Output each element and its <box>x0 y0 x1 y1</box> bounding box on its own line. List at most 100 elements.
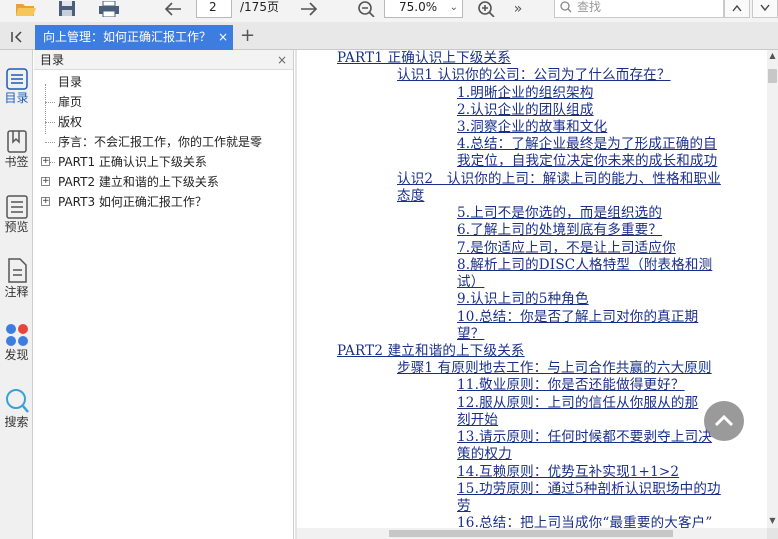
rail-item-discover[interactable]: 发现 <box>0 323 33 362</box>
search-next-button[interactable] <box>752 0 778 18</box>
arrow-right-icon[interactable] <box>298 0 320 18</box>
folder-open-icon[interactable] <box>14 0 38 18</box>
vertical-scrollbar[interactable]: ▲ ▼ <box>767 50 778 528</box>
rail-item-annotation[interactable]: 注释 <box>0 258 33 299</box>
chevron-up-icon <box>714 415 734 427</box>
rail-label-preview: 预览 <box>4 220 29 234</box>
toc-link[interactable]: 8.解析上司的DISC人格特型（附表格和测 <box>457 257 712 274</box>
sidebar-rail: 目录 书签 预览 注释 发现 搜索 <box>0 50 33 539</box>
outline-item-label: PART3 如何正确汇报工作？ <box>58 195 207 209</box>
toc-icon <box>5 68 28 90</box>
page-number-input[interactable]: 2 <box>196 0 232 18</box>
rail-label-discover: 发现 <box>4 348 29 362</box>
toolbar: 2 /175页 75.0% ⌄ » 查找 <box>0 0 778 22</box>
toc-link[interactable]: 6.了解上司的处境到底有多重要？ <box>457 222 662 239</box>
toc-link[interactable]: 试） <box>457 274 484 291</box>
rail-label-toc: 目录 <box>4 91 29 105</box>
tab-bar: 向上管理：如何正确汇报工作？ × + <box>0 22 778 50</box>
toc-link[interactable]: 步骤1 有原则地去工作：与上司合作共赢的六大原则 <box>397 360 712 377</box>
zoom-out-icon[interactable] <box>354 0 378 18</box>
toc-link[interactable]: 15.功劳原则：通过5种剖析认识职场中的功 <box>457 481 721 498</box>
tree-connector <box>45 122 55 123</box>
zoom-select[interactable]: 75.0% ⌄ <box>384 0 463 18</box>
outline-panel: 目录 × 目录 扉页 版权 序言：不会汇报工作，你的工作就是零 + PART1 … <box>34 50 294 539</box>
toc-link[interactable]: 望？ <box>457 326 484 343</box>
toc-link[interactable]: 态度 <box>397 188 424 205</box>
rail-label-bookmark: 书签 <box>4 155 29 169</box>
expand-icon[interactable]: + <box>41 197 50 206</box>
search-icon <box>5 389 29 413</box>
back-to-top-button[interactable] <box>704 401 744 441</box>
arrow-left-icon[interactable] <box>162 0 184 18</box>
toc-link[interactable]: 5.上司不是你选的，而是组织选的 <box>457 205 662 222</box>
expand-icon[interactable]: + <box>41 157 50 166</box>
document-viewer: PART1 正确认识上下级关系 认识1 认识你的公司：公司为了什么而存在？ 1.… <box>295 50 778 539</box>
outline-item-label: PART2 建立和谐的上下级关系 <box>58 175 219 189</box>
outline-item-label: 序言：不会汇报工作，你的工作就是零 <box>58 135 263 149</box>
chevron-up-icon <box>732 4 742 11</box>
search-icon <box>560 0 572 19</box>
expand-icon[interactable]: + <box>41 177 50 186</box>
scroll-down-icon[interactable]: ▼ <box>767 516 778 525</box>
outline-title: 目录 <box>40 53 65 67</box>
toc-link[interactable]: 12.服从原则：上司的信任从你服从的那 <box>457 395 698 412</box>
horizontal-scrollbar[interactable] <box>297 528 767 539</box>
search-input[interactable]: 查找 <box>554 0 724 18</box>
tree-connector <box>45 142 55 143</box>
scrollbar-thumb[interactable] <box>389 530 673 537</box>
chevron-down-icon <box>760 4 770 11</box>
outline-header: 目录 × <box>34 50 293 70</box>
document-page[interactable]: PART1 正确认识上下级关系 认识1 认识你的公司：公司为了什么而存在？ 1.… <box>297 50 767 528</box>
toc-link[interactable]: 14.互赖原则：优势互补实现1+1>2 <box>457 464 679 481</box>
outline-item-label: 目录 <box>58 75 83 89</box>
bookmark-icon <box>6 130 27 153</box>
toc-link[interactable]: 4.总结：了解企业最终是为了形成正确的自 <box>457 136 717 153</box>
rail-item-search[interactable]: 搜索 <box>0 388 33 429</box>
scroll-up-icon[interactable]: ▲ <box>767 51 778 60</box>
close-icon[interactable]: × <box>277 50 287 70</box>
outline-item-label: 扉页 <box>58 95 83 109</box>
document-tab[interactable]: 向上管理：如何正确汇报工作？ × <box>35 25 233 50</box>
toc-link[interactable]: 9.认识上司的5种角色 <box>457 291 589 308</box>
pdf-reader-window: 2 /175页 75.0% ⌄ » 查找 向上管理：如何正确汇报工作？ × + … <box>0 0 778 539</box>
zoom-value: 75.0% <box>399 0 438 14</box>
tab-title: 向上管理：如何正确汇报工作？ <box>43 30 212 44</box>
rail-item-bookmark[interactable]: 书签 <box>0 130 33 169</box>
rail-label-annotation: 注释 <box>4 285 29 299</box>
close-icon[interactable]: × <box>218 25 228 50</box>
new-tab-button[interactable]: + <box>240 25 258 49</box>
toc-link[interactable]: 认识1 认识你的公司：公司为了什么而存在？ <box>397 67 671 84</box>
toc-link[interactable]: PART1 正确认识上下级关系 <box>337 50 511 67</box>
chevron-down-icon: ⌄ <box>449 2 458 13</box>
outline-item-label: PART1 正确认识上下级关系 <box>58 155 207 169</box>
rail-item-toc[interactable]: 目录 <box>0 68 33 105</box>
toc-link[interactable]: 我定位，自我定位决定你未来的成长和成功 <box>457 153 717 170</box>
toc-link[interactable]: 策的权力 <box>457 446 512 463</box>
tree-connector <box>45 102 55 103</box>
annotation-icon <box>7 258 27 283</box>
toc-link[interactable]: 11.敬业原则：你是否还能做得更好？ <box>457 377 685 394</box>
toc-link[interactable]: 13.请示原则：任何时候都不要剥夺上司决 <box>457 429 712 446</box>
rail-item-preview[interactable]: 预览 <box>0 195 33 234</box>
tree-connector <box>45 84 46 134</box>
zoom-in-icon[interactable] <box>474 0 498 18</box>
toc-link[interactable]: 10.总结：你是否了解上司对你的真正期 <box>457 309 698 326</box>
search-placeholder: 查找 <box>577 0 602 14</box>
scrollbar-thumb[interactable] <box>768 69 777 83</box>
toc-link[interactable]: 2.认识企业的团队组成 <box>457 102 594 119</box>
toc-link[interactable]: 劳 <box>457 498 471 515</box>
save-icon[interactable] <box>56 0 78 18</box>
toc-link[interactable]: 7.是你适应上司，不是让上司适应你 <box>457 240 676 257</box>
toc-link[interactable]: 认识2 认识你的上司：解读上司的能力、性格和职业 <box>397 171 721 188</box>
outline-item-label: 版权 <box>58 115 83 129</box>
toc-link[interactable]: 1.明晰企业的组织架构 <box>457 85 594 102</box>
toc-link[interactable]: PART2 建立和谐的上下级关系 <box>337 343 525 360</box>
toc-link[interactable]: 16.总结：把上司当成你“最重要的大客户” <box>457 515 712 528</box>
search-prev-button[interactable] <box>724 0 750 18</box>
rail-label-search: 搜索 <box>4 415 29 429</box>
toc-link[interactable]: 3.洞察企业的故事和文化 <box>457 119 607 136</box>
toc-link[interactable]: 刻开始 <box>457 412 498 429</box>
more-icon[interactable]: » <box>510 0 526 18</box>
collapse-sidebar-icon[interactable] <box>0 25 33 49</box>
print-icon[interactable] <box>96 0 122 18</box>
